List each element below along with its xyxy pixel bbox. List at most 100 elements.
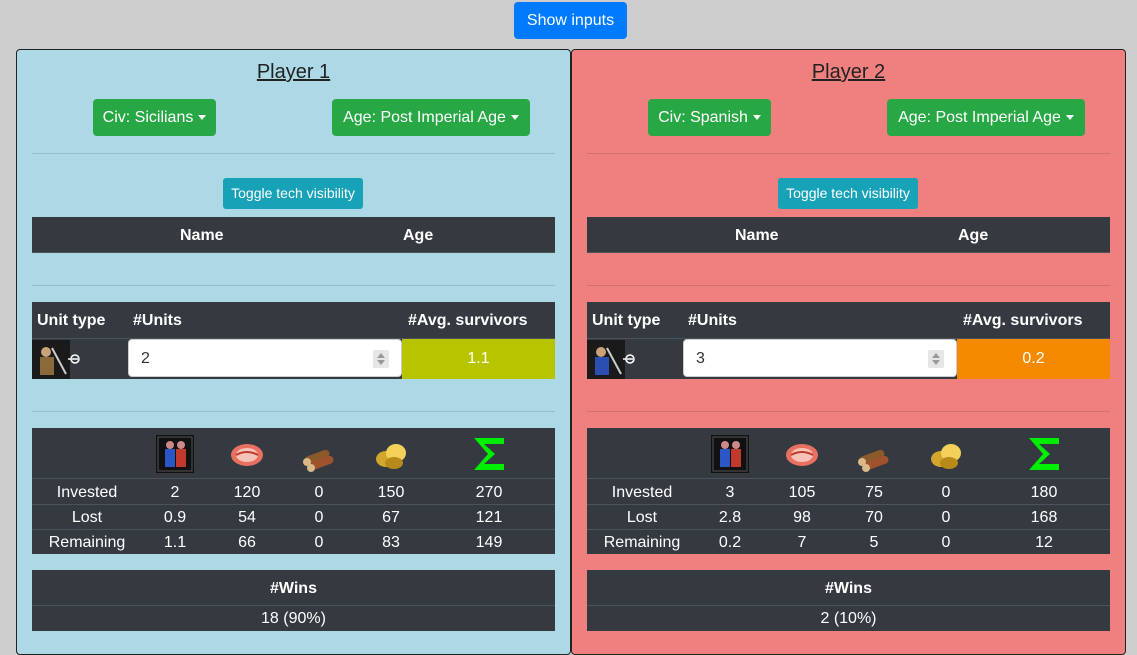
civ-label: Civ: Sicilians bbox=[102, 109, 194, 126]
avg-survivors-header: #Avg. survivors bbox=[408, 312, 528, 329]
table-cell: 7 bbox=[797, 534, 807, 551]
show-inputs-button[interactable]: Show inputs bbox=[514, 2, 627, 39]
divider bbox=[587, 252, 1110, 253]
tech-table-header: Name Age bbox=[587, 217, 1110, 253]
unit-type-header: Unit type bbox=[37, 312, 106, 329]
row-label: Invested bbox=[56, 484, 118, 501]
units-count-value: 3 bbox=[696, 350, 705, 367]
tech-name-header: Name bbox=[180, 227, 224, 244]
wood-icon bbox=[300, 435, 338, 473]
units-count-input[interactable]: 2 bbox=[128, 339, 402, 377]
age-label: Age: Post Imperial Age bbox=[343, 109, 506, 126]
wins-value: 18 (90%) bbox=[261, 610, 326, 627]
unit-table: Unit type #Units #Avg. survivors 2 1.1 bbox=[32, 302, 555, 379]
tech-table-header: Name Age bbox=[32, 217, 555, 253]
resource-table: Invested 2 120 0 150 270 Lost 0.9 54 0 67 121 Remain… bbox=[32, 428, 555, 554]
table-cell: 0 bbox=[941, 484, 951, 501]
table-cell: 83 bbox=[382, 534, 400, 551]
row-label: Remaining bbox=[48, 534, 126, 551]
table-cell: 3 bbox=[725, 484, 735, 501]
divider bbox=[587, 153, 1110, 154]
wins-table: #Wins 2 (10%) bbox=[587, 570, 1110, 631]
civ-dropdown[interactable]: Civ: Spanish bbox=[648, 99, 771, 136]
table-cell: 0.2 bbox=[718, 534, 742, 551]
caret-down-icon bbox=[510, 115, 519, 120]
divider bbox=[32, 478, 555, 479]
divider bbox=[587, 478, 1110, 479]
civ-dropdown[interactable]: Civ: Sicilians bbox=[93, 99, 216, 136]
divider bbox=[587, 529, 1110, 530]
avg-survivors-header: #Avg. survivors bbox=[963, 312, 1083, 329]
table-cell: 2.8 bbox=[718, 509, 742, 526]
tech-name-header: Name bbox=[735, 227, 779, 244]
divider bbox=[32, 285, 555, 286]
table-cell: 105 bbox=[788, 484, 816, 501]
wood-icon bbox=[855, 435, 893, 473]
avg-survivors-value: 0.2 bbox=[957, 339, 1110, 379]
divider bbox=[587, 504, 1110, 505]
divider bbox=[32, 411, 555, 412]
table-cell: 120 bbox=[233, 484, 261, 501]
table-cell: 54 bbox=[238, 509, 256, 526]
wins-value: 2 (10%) bbox=[820, 610, 877, 627]
row-label: Remaining bbox=[603, 534, 681, 551]
table-cell: 121 bbox=[475, 509, 503, 526]
caret-down-icon bbox=[198, 115, 207, 120]
toggle-tech-visibility-button[interactable]: Toggle tech visibility bbox=[223, 178, 363, 209]
unit-portrait-icon[interactable] bbox=[32, 340, 80, 379]
units-count-input[interactable]: 3 bbox=[683, 339, 957, 377]
toggle-tech-visibility-button[interactable]: Toggle tech visibility bbox=[778, 178, 918, 209]
tech-age-header: Age bbox=[958, 227, 989, 244]
player-title: Player 1 bbox=[256, 61, 331, 83]
unit-portrait-icon[interactable] bbox=[587, 340, 635, 379]
divider bbox=[587, 605, 1110, 606]
avg-survivors-value: 1.1 bbox=[402, 339, 555, 379]
table-cell: 0 bbox=[314, 534, 324, 551]
unit-table: Unit type #Units #Avg. survivors 3 0.2 bbox=[587, 302, 1110, 379]
table-cell: 67 bbox=[382, 509, 400, 526]
divider bbox=[32, 252, 555, 253]
table-cell: 149 bbox=[475, 534, 503, 551]
table-cell: 12 bbox=[1035, 534, 1053, 551]
table-cell: 0 bbox=[941, 509, 951, 526]
gold-icon bbox=[927, 435, 965, 473]
age-dropdown[interactable]: Age: Post Imperial Age bbox=[332, 99, 530, 136]
unit-icon bbox=[156, 435, 194, 473]
sum-icon bbox=[470, 435, 508, 473]
civ-label: Civ: Spanish bbox=[658, 109, 748, 126]
player-1-panel: Player 1 Civ: Sicilians Age: Post Imperi… bbox=[16, 49, 571, 655]
row-label: Invested bbox=[611, 484, 673, 501]
table-cell: 0 bbox=[941, 534, 951, 551]
spinner-icon[interactable] bbox=[373, 350, 389, 368]
table-cell: 0.9 bbox=[163, 509, 187, 526]
divider bbox=[587, 411, 1110, 412]
table-cell: 0 bbox=[314, 484, 324, 501]
food-icon bbox=[228, 435, 266, 473]
divider bbox=[32, 605, 555, 606]
table-cell: 5 bbox=[869, 534, 879, 551]
gold-icon bbox=[372, 435, 410, 473]
table-cell: 2 bbox=[170, 484, 180, 501]
age-label: Age: Post Imperial Age bbox=[898, 109, 1061, 126]
table-cell: 180 bbox=[1030, 484, 1058, 501]
units-header: #Units bbox=[688, 312, 737, 329]
unit-icon bbox=[711, 435, 749, 473]
wins-table: #Wins 18 (90%) bbox=[32, 570, 555, 631]
caret-down-icon bbox=[752, 115, 761, 120]
table-cell: 150 bbox=[377, 484, 405, 501]
units-header: #Units bbox=[133, 312, 182, 329]
sum-icon bbox=[1025, 435, 1063, 473]
resource-table: Invested 3 105 75 0 180 Lost 2.8 98 70 0 168 Remaini… bbox=[587, 428, 1110, 554]
divider bbox=[32, 504, 555, 505]
wins-header: #Wins bbox=[825, 580, 872, 597]
divider bbox=[32, 153, 555, 154]
unit-type-header: Unit type bbox=[592, 312, 661, 329]
table-cell: 270 bbox=[475, 484, 503, 501]
player-title: Player 2 bbox=[811, 61, 886, 83]
age-dropdown[interactable]: Age: Post Imperial Age bbox=[887, 99, 1085, 136]
spinner-icon[interactable] bbox=[928, 350, 944, 368]
row-label: Lost bbox=[626, 509, 658, 526]
table-cell: 1.1 bbox=[163, 534, 187, 551]
divider bbox=[587, 285, 1110, 286]
wins-header: #Wins bbox=[270, 580, 317, 597]
